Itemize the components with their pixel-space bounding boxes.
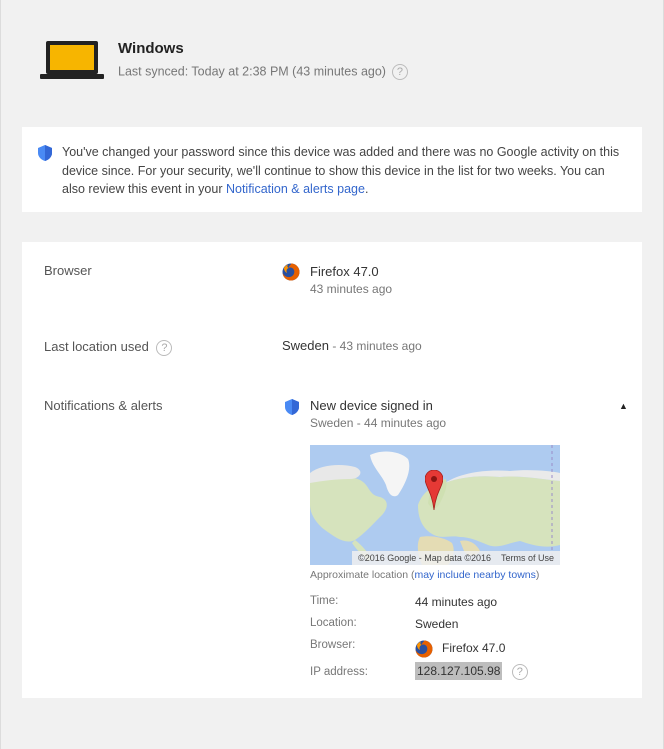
device-details-card: Browser Firefox 47.0 43 minutes ago Last…: [22, 242, 642, 698]
map-terms-link[interactable]: Terms of Use: [501, 553, 554, 563]
browser-field-label: Browser:: [310, 639, 356, 651]
time-value: 44 minutes ago: [415, 595, 498, 609]
laptop-icon: [40, 41, 104, 79]
approx-prefix: Approximate location (: [310, 569, 415, 581]
location-label: Location:: [310, 617, 357, 629]
approximate-location-note: Approximate location (may include nearby…: [310, 569, 539, 581]
device-header: Windows Last synced: Today at 2:38 PM (4…: [40, 38, 640, 88]
browser-name: Firefox 47.0: [310, 264, 379, 279]
ip-address-label: IP address:: [310, 666, 368, 678]
last-location-label: Last location used ?: [44, 339, 173, 356]
last-synced: Last synced: Today at 2:38 PM (43 minute…: [118, 64, 408, 80]
location-map[interactable]: ©2016 Google - Map data ©2016 Terms of Us…: [310, 445, 560, 565]
help-icon[interactable]: ?: [391, 64, 408, 80]
firefox-icon: [415, 640, 433, 658]
browser-field-name: Firefox 47.0: [442, 641, 506, 655]
alert-title[interactable]: New device signed in: [310, 398, 433, 413]
last-location-value: Sweden - 43 minutes ago: [282, 338, 422, 353]
notice-trailing: .: [364, 182, 369, 196]
last-synced-text: Last synced: Today at 2:38 PM (43 minute…: [118, 64, 386, 79]
map-pin-icon: [425, 470, 443, 510]
help-icon[interactable]: ?: [156, 339, 173, 356]
notice-text: You've changed your password since this …: [62, 143, 627, 199]
ip-address-value-row: 128.127.105.98 ?: [415, 662, 528, 681]
firefox-icon: [282, 263, 300, 281]
notification-alerts-link[interactable]: Notification & alerts page: [226, 182, 365, 196]
collapse-arrow-icon[interactable]: ▲: [619, 401, 628, 411]
help-icon[interactable]: ?: [511, 664, 528, 680]
browser-time: 43 minutes ago: [310, 282, 393, 296]
security-notice-card: You've changed your password since this …: [22, 127, 642, 212]
notifications-alerts-label: Notifications & alerts: [44, 398, 163, 413]
map-copyright: ©2016 Google - Map data ©2016: [358, 553, 491, 563]
shield-icon: [285, 399, 299, 415]
map-attribution: ©2016 Google - Map data ©2016 Terms of Us…: [352, 551, 560, 565]
nearby-towns-link[interactable]: may include nearby towns: [414, 569, 535, 581]
device-title: Windows: [118, 40, 184, 57]
browser-label: Browser: [44, 263, 92, 278]
alert-subtitle: Sweden - 44 minutes ago: [310, 416, 447, 430]
ip-address-value[interactable]: 128.127.105.98: [415, 662, 503, 681]
time-label: Time:: [310, 595, 339, 607]
shield-icon: [38, 145, 52, 161]
location-value: Sweden: [415, 617, 459, 631]
approx-suffix: ): [535, 569, 540, 581]
location-time: - 43 minutes ago: [328, 339, 422, 353]
location-country: Sweden: [282, 338, 329, 353]
last-location-label-text: Last location used: [44, 339, 149, 354]
